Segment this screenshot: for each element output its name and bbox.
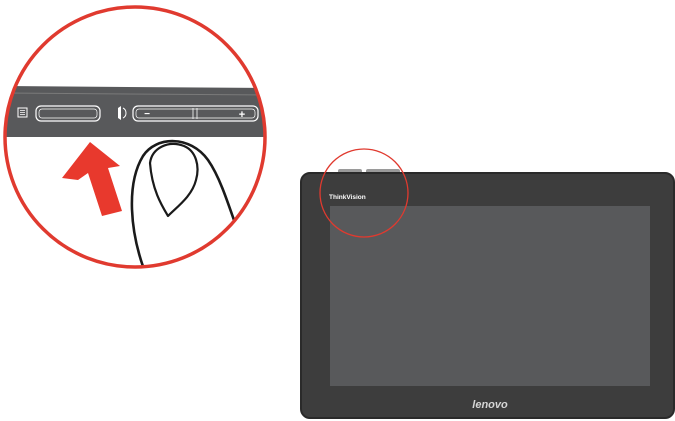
plus-label: + (239, 109, 245, 121)
minus-label: − (144, 109, 150, 120)
monitor-button-illustration: ThinkVision lenovo − + (3, 5, 675, 419)
monitor: ThinkVision lenovo (300, 148, 675, 419)
thinkvision-brand: ThinkVision (329, 194, 366, 201)
monitor-screen (330, 206, 650, 386)
zoom-callout: − + (3, 5, 267, 269)
lenovo-logo: lenovo (472, 399, 508, 411)
